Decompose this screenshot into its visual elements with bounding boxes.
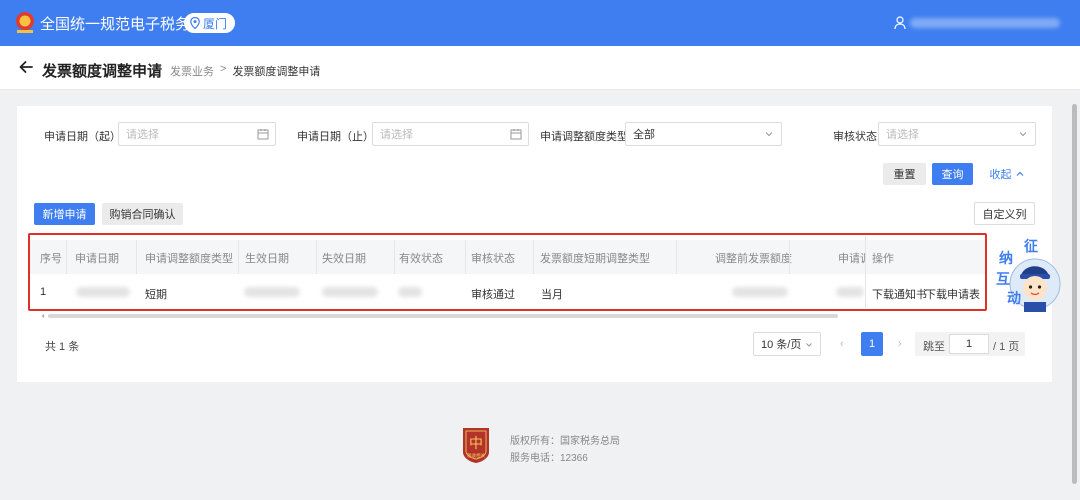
scrollbar-thumb[interactable] (48, 314, 838, 318)
end-date-placeholder: 请选择 (380, 129, 413, 141)
query-button[interactable]: 查询 (932, 163, 973, 185)
breadcrumb-item-current: 发票额度调整申请 (232, 66, 321, 78)
chevron-down-icon (765, 132, 773, 137)
city-name: 厦门 (203, 16, 228, 31)
start-date-input[interactable]: 请选择 (118, 122, 276, 146)
site-title: 全国统一规范电子税务局 (40, 16, 206, 33)
review-status-label: 审核状态 (833, 131, 877, 143)
location-pin-icon (190, 17, 200, 29)
mascot-char: 纳 (999, 250, 1013, 267)
mascot-assistant-icon[interactable]: 征 纳 互 动 (993, 236, 1069, 318)
user-name-redacted[interactable] (910, 18, 1060, 28)
user-icon[interactable] (894, 16, 906, 30)
chevron-down-icon (806, 343, 812, 347)
footer-copyright: 版权所有：国家税务总局 (510, 436, 620, 447)
adjust-type-value: 全部 (633, 129, 655, 141)
page-vertical-scrollbar[interactable] (1070, 92, 1078, 500)
adjust-type-select[interactable]: 全部 (625, 122, 782, 146)
breadcrumb: 发票业务 > 发票额度调整申请 (170, 63, 320, 79)
tax-emblem-icon (16, 12, 34, 33)
tax-badge-icon: 中 税收相关 (463, 428, 489, 463)
mascot-char: 动 (1007, 290, 1021, 307)
footer-phone: 服务电话：12366 (510, 453, 588, 464)
page-title: 发票额度调整申请 (42, 63, 163, 80)
calendar-icon (257, 129, 269, 140)
page-total-label: / 1 页 (993, 341, 1020, 353)
prev-page-button[interactable]: ‹ (840, 338, 844, 350)
jump-label: 跳至 (923, 341, 945, 353)
top-bar: 全国统一规范电子税务局 厦门 (0, 0, 1080, 46)
breadcrumb-item-invoice-business[interactable]: 发票业务 (170, 63, 214, 79)
page-jump: 跳至 1 / 1 页 (915, 332, 1025, 356)
adjust-type-label: 申请调整额度类型 (540, 131, 628, 143)
chevron-up-icon (1016, 171, 1023, 176)
back-arrow-icon[interactable] (18, 59, 34, 75)
table-highlight-frame (28, 233, 987, 311)
collapse-label: 收起 (989, 169, 1012, 181)
end-date-label: 申请日期（止） (297, 131, 374, 143)
page-scrollbar-thumb[interactable] (1072, 104, 1077, 484)
page-jump-input[interactable]: 1 (949, 334, 989, 354)
purchase-contract-confirm-button[interactable]: 购销合同确认 (102, 203, 183, 225)
page-header: 发票额度调整申请 发票业务 > 发票额度调整申请 (0, 46, 1080, 90)
start-date-placeholder: 请选择 (126, 129, 159, 141)
next-page-button[interactable]: › (898, 338, 902, 350)
collapse-toggle[interactable]: 收起 (986, 163, 1028, 185)
tax-badge-text: 税收相关 (467, 452, 485, 459)
page-size-select[interactable]: 10 条/页 (753, 332, 821, 356)
breadcrumb-separator: > (220, 63, 227, 75)
start-date-label: 申请日期（起） (44, 131, 121, 143)
end-date-input[interactable]: 请选择 (372, 122, 529, 146)
svg-text:中: 中 (469, 436, 483, 452)
mascot-char: 互 (996, 272, 1010, 288)
review-status-select[interactable]: 请选择 (878, 122, 1036, 146)
city-selector[interactable]: 厦门 (184, 13, 236, 33)
page-1-button[interactable]: 1 (861, 332, 883, 356)
mascot-char: 征 (1024, 238, 1038, 255)
custom-columns-button[interactable]: 自定义列 (974, 202, 1035, 225)
reset-button[interactable]: 重置 (883, 163, 926, 185)
calendar-icon (510, 129, 522, 140)
page-size-value: 10 条/页 (761, 339, 802, 351)
total-count: 共 1 条 (45, 341, 80, 353)
review-status-placeholder: 请选择 (886, 129, 919, 141)
new-application-button[interactable]: 新增申请 (34, 203, 95, 225)
scroll-left-icon[interactable] (40, 313, 46, 319)
table-horizontal-scrollbar[interactable] (40, 313, 985, 319)
chevron-down-icon (1019, 132, 1027, 137)
